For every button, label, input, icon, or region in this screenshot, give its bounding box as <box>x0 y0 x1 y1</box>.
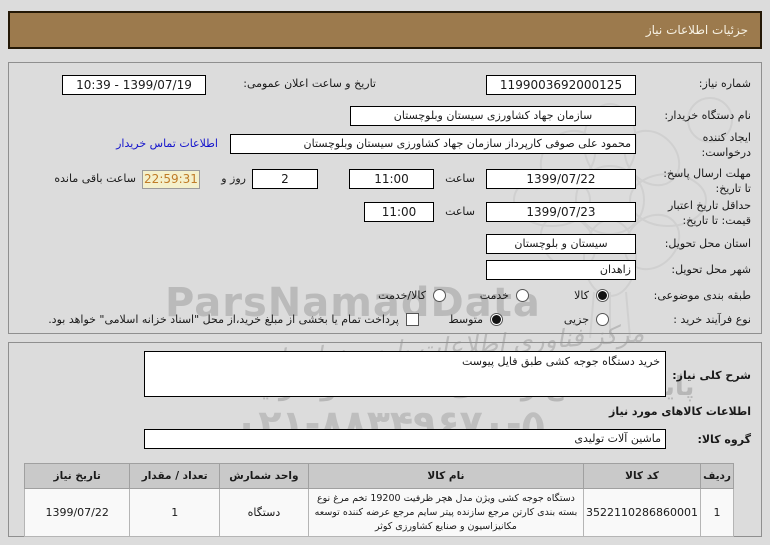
countdown-timer: 22:59:31 <box>142 170 200 189</box>
days-and-label: روز و <box>221 172 246 185</box>
goods-section-title: اطلاعات کالاهای مورد نیاز <box>609 405 751 418</box>
request-creator-label-line1: ایجاد کننده <box>703 131 751 144</box>
reply-deadline-hour-label: ساعت <box>445 172 475 185</box>
price-validity-hour-field[interactable]: 11:00 <box>364 202 434 222</box>
table-header-cell: تعداد / مقدار <box>130 464 220 489</box>
radio-service[interactable] <box>516 289 529 302</box>
price-validity-hour-label: ساعت <box>445 205 475 218</box>
radio-goods-label: کالا <box>574 289 589 302</box>
table-header-cell: کد کالا <box>584 464 701 489</box>
reply-deadline-label-line1: مهلت ارسال پاسخ: <box>663 167 751 180</box>
classification-label: طبقه بندی موضوعی: <box>654 289 751 302</box>
delivery-city-label: شهر محل تحویل: <box>671 263 751 276</box>
radio-service-label: خدمت <box>480 289 509 302</box>
page-title-bar: جزئیات اطلاعات نیاز <box>8 11 762 49</box>
radio-goods-service-label: کالا/خدمت <box>378 289 426 302</box>
need-number-label: شماره نیاز: <box>699 77 751 90</box>
purchase-type-label: نوع فرآیند خرید : <box>673 313 751 326</box>
announce-datetime-label: تاریخ و ساعت اعلان عمومی: <box>243 77 376 90</box>
reply-deadline-date-field[interactable]: 1399/07/22 <box>486 169 636 189</box>
buyer-contact-link[interactable]: اطلاعات تماس خریدار <box>116 137 218 150</box>
buyer-org-label: نام دستگاه خریدار: <box>664 109 751 122</box>
table-header-cell: تاریخ نیاز <box>25 464 130 489</box>
table-cell: دستگاه <box>219 489 308 537</box>
need-info-panel: شماره نیاز: 1199003692000125 تاریخ و ساع… <box>8 62 762 334</box>
table-header-cell: نام کالا <box>308 464 583 489</box>
radio-goods[interactable] <box>596 289 609 302</box>
delivery-province-label: استان محل تحویل: <box>665 237 751 250</box>
table-cell: 3522110286860001 <box>584 489 701 537</box>
table-cell: 1 <box>130 489 220 537</box>
radio-partial[interactable] <box>596 313 609 326</box>
delivery-city-field[interactable]: زاهدان <box>486 260 636 280</box>
description-field[interactable]: خرید دستگاه جوجه کشی طبق فایل پیوست <box>144 351 666 397</box>
table-row: 13522110286860001دستگاه جوجه کشی ویژن مد… <box>25 489 734 537</box>
treasury-checkbox[interactable] <box>406 313 419 326</box>
need-number-field[interactable]: 1199003692000125 <box>486 75 636 95</box>
request-creator-label: ایجاد کننده درخواست: <box>702 131 751 161</box>
request-creator-field[interactable]: محمود علی صوفی کارپرداز سازمان جهاد کشاو… <box>230 134 636 154</box>
page-title: جزئیات اطلاعات نیاز <box>646 23 748 37</box>
table-header-cell: ردیف <box>701 464 734 489</box>
radio-medium-label: متوسط <box>448 313 483 326</box>
radio-partial-label: جزیی <box>564 313 589 326</box>
delivery-province-field[interactable]: سیستان و بلوچستان <box>486 234 636 254</box>
goods-group-field[interactable]: ماشین آلات تولیدی <box>144 429 666 449</box>
price-validity-label-line2: قیمت: تا تاریخ: <box>683 214 751 227</box>
table-cell: 1399/07/22 <box>25 489 130 537</box>
radio-medium[interactable] <box>490 313 503 326</box>
goods-table: ردیفکد کالانام کالاواحد شمارشتعداد / مقد… <box>24 463 734 537</box>
reply-deadline-label: مهلت ارسال پاسخ: تا تاریخ: <box>663 167 751 197</box>
table-header-cell: واحد شمارش <box>219 464 308 489</box>
price-validity-date-field[interactable]: 1399/07/23 <box>486 202 636 222</box>
price-validity-label: حداقل تاریخ اعتبار قیمت: تا تاریخ: <box>668 199 751 229</box>
buyer-org-field[interactable]: سازمان جهاد کشاورزی سیستان وبلوچستان <box>350 106 636 126</box>
remaining-days-field[interactable]: 2 <box>252 169 318 189</box>
table-cell: 1 <box>701 489 734 537</box>
table-cell: دستگاه جوجه کشی ویژن مدل هچر ظرفیت 19200… <box>308 489 583 537</box>
reply-deadline-label-line2: تا تاریخ: <box>715 182 751 195</box>
radio-goods-service[interactable] <box>433 289 446 302</box>
description-label: شرح کلی نیاز: <box>672 369 751 382</box>
reply-deadline-hour-field[interactable]: 11:00 <box>349 169 434 189</box>
price-validity-label-line1: حداقل تاریخ اعتبار <box>668 199 751 212</box>
announce-datetime-field[interactable]: 1399/07/19 - 10:39 <box>62 75 206 95</box>
treasury-note: پرداخت تمام یا بخشی از مبلغ خرید،از محل … <box>48 313 399 326</box>
goods-group-label: گروه کالا: <box>697 433 751 446</box>
hours-remaining-label: ساعت باقی مانده <box>54 172 136 185</box>
table-header-row: ردیفکد کالانام کالاواحد شمارشتعداد / مقد… <box>25 464 734 489</box>
need-detail-panel: شرح کلی نیاز: خرید دستگاه جوجه کشی طبق ف… <box>8 342 762 537</box>
request-creator-label-line2: درخواست: <box>702 146 751 159</box>
